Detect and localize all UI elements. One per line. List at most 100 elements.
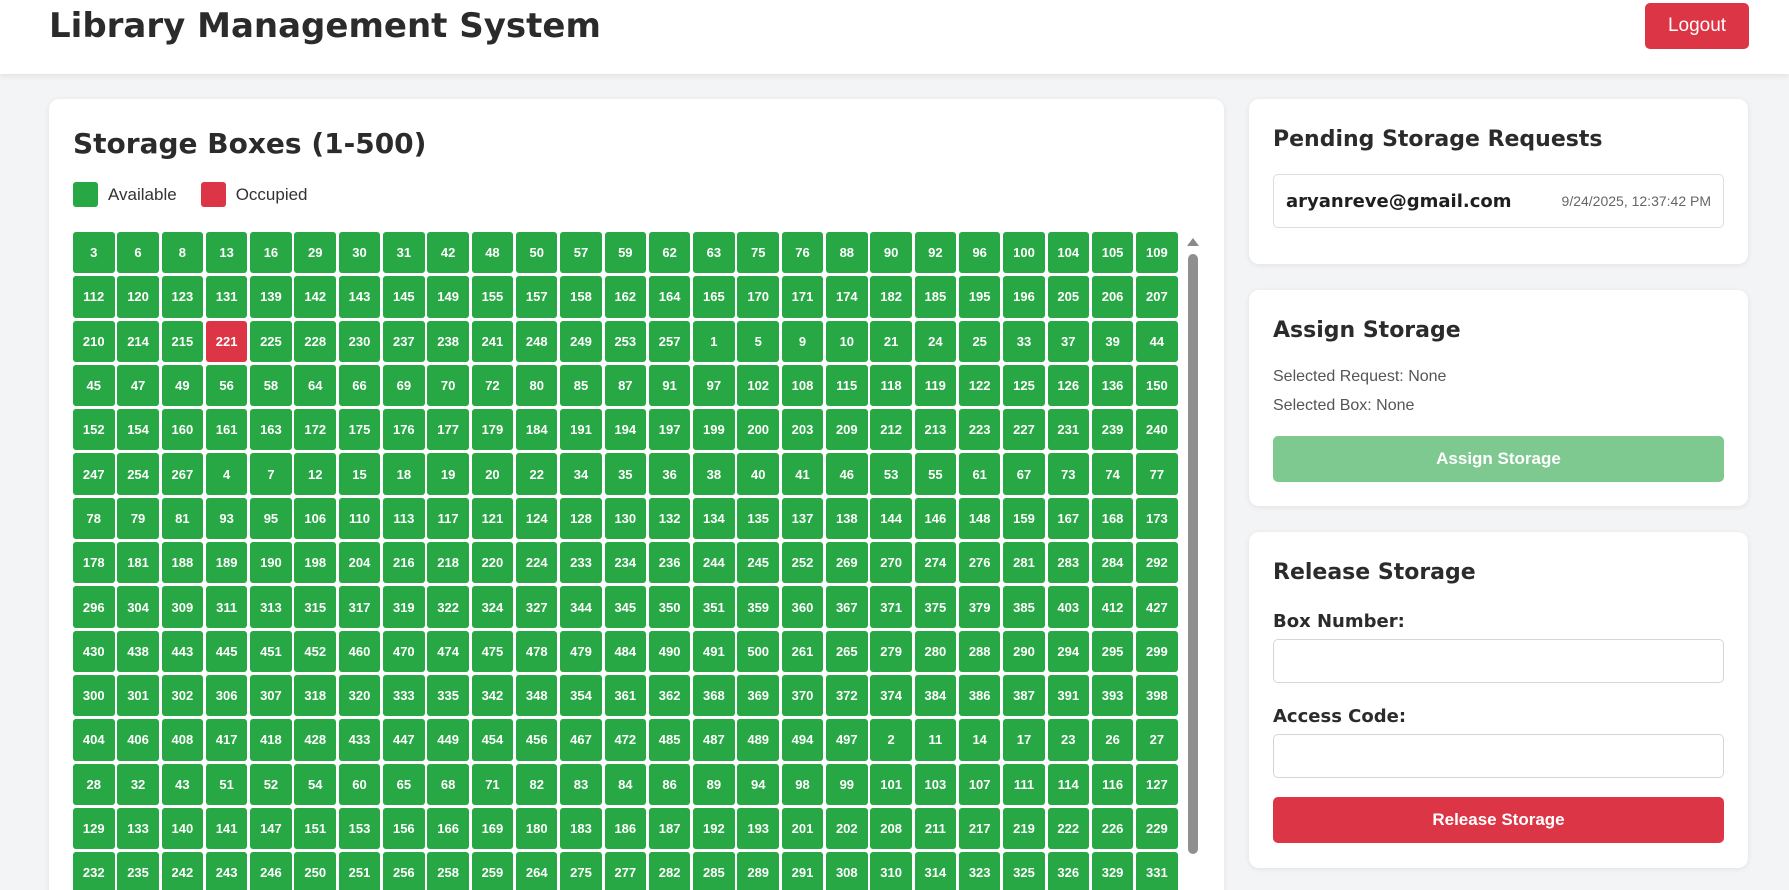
storage-box[interactable]: 8 (161, 232, 204, 274)
storage-box[interactable]: 345 (604, 586, 647, 628)
storage-box[interactable]: 393 (1091, 674, 1134, 717)
storage-box[interactable]: 186 (604, 807, 647, 850)
storage-box[interactable]: 47 (117, 364, 159, 407)
storage-box[interactable]: 348 (515, 674, 558, 717)
storage-box[interactable]: 115 (826, 364, 868, 407)
storage-box[interactable]: 162 (604, 276, 647, 318)
storage-box[interactable]: 21 (870, 320, 912, 362)
storage-box[interactable]: 280 (914, 630, 957, 672)
storage-box[interactable]: 144 (870, 497, 912, 540)
storage-box[interactable]: 484 (604, 630, 647, 672)
storage-box[interactable]: 428 (294, 719, 336, 761)
storage-box[interactable]: 193 (737, 807, 779, 850)
storage-box[interactable]: 386 (958, 674, 1001, 717)
storage-box[interactable]: 7 (250, 453, 292, 495)
storage-box[interactable]: 430 (73, 630, 115, 672)
storage-box[interactable]: 223 (958, 409, 1001, 451)
storage-box[interactable]: 150 (1136, 364, 1178, 407)
grid-scrollbar[interactable] (1183, 232, 1203, 890)
storage-box[interactable]: 109 (1136, 232, 1178, 274)
storage-box[interactable]: 320 (338, 674, 381, 717)
storage-box[interactable]: 122 (958, 364, 1001, 407)
storage-box[interactable]: 40 (737, 453, 779, 495)
storage-box[interactable]: 157 (515, 276, 558, 318)
storage-box[interactable]: 141 (205, 807, 248, 850)
storage-box[interactable]: 217 (958, 807, 1001, 850)
storage-box[interactable]: 231 (1047, 409, 1090, 451)
storage-box[interactable]: 213 (914, 409, 957, 451)
storage-box[interactable]: 311 (205, 586, 248, 628)
storage-box[interactable]: 318 (294, 674, 336, 717)
storage-box[interactable]: 275 (560, 852, 602, 890)
storage-box[interactable]: 470 (383, 630, 425, 672)
storage-box[interactable]: 135 (737, 497, 779, 540)
storage-box[interactable]: 149 (427, 276, 469, 318)
storage-box[interactable]: 238 (427, 320, 469, 362)
storage-box[interactable]: 53 (870, 453, 912, 495)
storage-box[interactable]: 34 (560, 453, 602, 495)
storage-box[interactable]: 460 (338, 630, 381, 672)
storage-box[interactable]: 73 (1047, 453, 1090, 495)
storage-box[interactable]: 97 (693, 364, 735, 407)
storage-box[interactable]: 208 (870, 807, 912, 850)
storage-box[interactable]: 136 (1091, 364, 1134, 407)
storage-box[interactable]: 249 (560, 320, 602, 362)
storage-box[interactable]: 143 (338, 276, 381, 318)
storage-box[interactable]: 246 (250, 852, 292, 890)
storage-box[interactable]: 54 (294, 763, 336, 805)
storage-box[interactable]: 9 (781, 320, 824, 362)
storage-box[interactable]: 398 (1136, 674, 1178, 717)
storage-box[interactable]: 138 (826, 497, 868, 540)
storage-box[interactable]: 327 (515, 586, 558, 628)
storage-box[interactable]: 236 (648, 542, 691, 584)
storage-box[interactable]: 90 (870, 232, 912, 274)
storage-box[interactable]: 288 (958, 630, 1001, 672)
storage-box[interactable]: 3 (73, 232, 115, 274)
storage-box[interactable]: 131 (205, 276, 248, 318)
storage-box[interactable]: 165 (693, 276, 735, 318)
request-item[interactable]: aryanreve@gmail.com 9/24/2025, 12:37:42 … (1273, 174, 1724, 228)
storage-box[interactable]: 375 (914, 586, 957, 628)
storage-box[interactable]: 491 (693, 630, 735, 672)
storage-box[interactable]: 119 (914, 364, 957, 407)
storage-box[interactable]: 164 (648, 276, 691, 318)
storage-box[interactable]: 314 (914, 852, 957, 890)
storage-box[interactable]: 325 (1003, 852, 1045, 890)
storage-box[interactable]: 121 (471, 497, 514, 540)
storage-box[interactable]: 227 (1003, 409, 1045, 451)
storage-box[interactable]: 225 (250, 320, 292, 362)
storage-box[interactable]: 126 (1047, 364, 1090, 407)
storage-box[interactable]: 117 (427, 497, 469, 540)
storage-box[interactable]: 276 (958, 542, 1001, 584)
storage-box[interactable]: 33 (1003, 320, 1045, 362)
storage-box[interactable]: 130 (604, 497, 647, 540)
storage-box[interactable]: 76 (781, 232, 824, 274)
storage-box[interactable]: 250 (294, 852, 336, 890)
storage-box[interactable]: 88 (826, 232, 868, 274)
storage-box[interactable]: 226 (1091, 807, 1134, 850)
storage-box[interactable]: 333 (383, 674, 425, 717)
storage-box[interactable]: 351 (693, 586, 735, 628)
storage-box[interactable]: 242 (161, 852, 204, 890)
storage-box[interactable]: 154 (117, 409, 159, 451)
storage-box[interactable]: 120 (117, 276, 159, 318)
storage-box[interactable]: 478 (515, 630, 558, 672)
storage-box[interactable]: 170 (737, 276, 779, 318)
storage-box[interactable]: 354 (560, 674, 602, 717)
storage-box[interactable]: 220 (471, 542, 514, 584)
storage-box[interactable]: 427 (1136, 586, 1178, 628)
storage-box[interactable]: 80 (515, 364, 558, 407)
storage-box[interactable]: 63 (693, 232, 735, 274)
storage-box[interactable]: 203 (781, 409, 824, 451)
storage-box[interactable]: 92 (914, 232, 957, 274)
storage-box[interactable]: 234 (604, 542, 647, 584)
storage-box[interactable]: 175 (338, 409, 381, 451)
storage-box[interactable]: 241 (471, 320, 514, 362)
storage-box[interactable]: 48 (471, 232, 514, 274)
storage-box[interactable]: 256 (383, 852, 425, 890)
storage-box[interactable]: 2 (870, 719, 912, 761)
access-code-input[interactable] (1273, 734, 1724, 778)
storage-box[interactable]: 265 (826, 630, 868, 672)
storage-box[interactable]: 406 (117, 719, 159, 761)
storage-box[interactable]: 176 (383, 409, 425, 451)
